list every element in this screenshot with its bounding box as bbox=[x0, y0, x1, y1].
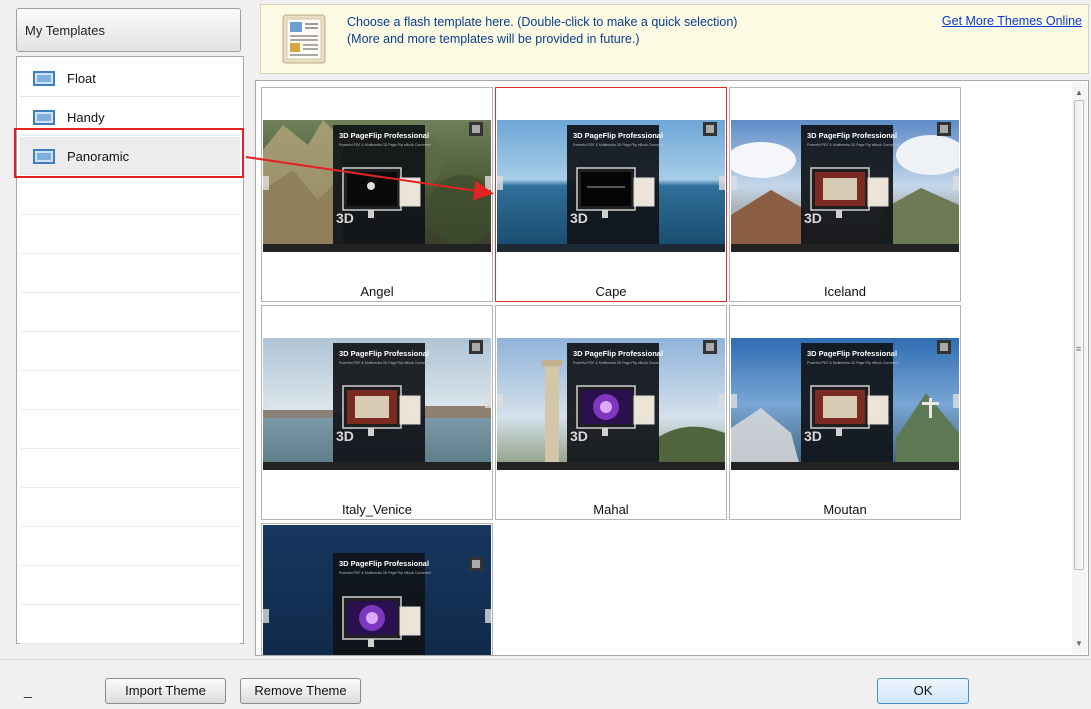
scroll-thumb[interactable]: ≡ bbox=[1074, 100, 1084, 570]
import-theme-button[interactable]: Import Theme bbox=[105, 678, 226, 704]
template-gallery[interactable]: 3D PageFlip Professional Powerful PDF & … bbox=[255, 80, 1089, 656]
empty-row bbox=[20, 293, 240, 332]
preview-3d-badge: 3D bbox=[804, 428, 822, 444]
template-item-float[interactable]: Float bbox=[20, 59, 240, 97]
preview-title: 3D PageFlip Professional bbox=[339, 349, 429, 358]
template-preview: 3D PageFlip Professional Powerful PDF & … bbox=[263, 338, 491, 470]
bottom-toolbar: _ Import Theme Remove Theme OK bbox=[0, 659, 1091, 709]
preview-title: 3D PageFlip Professional bbox=[573, 349, 663, 358]
template-card-name: Angel bbox=[360, 284, 394, 299]
template-item-label: Panoramic bbox=[67, 149, 130, 164]
template-card-name: Moutan bbox=[823, 502, 867, 517]
preview-subtitle: Powerful PDF & Multimedia 3D Page Flip e… bbox=[339, 361, 431, 365]
empty-row bbox=[20, 371, 240, 410]
preview-title: 3D PageFlip Professional bbox=[573, 131, 663, 140]
template-item-label: Handy bbox=[67, 110, 105, 125]
template-card-iceland[interactable]: 3D PageFlip Professional Powerful PDF & … bbox=[729, 87, 961, 302]
preview-3d-badge: 3D bbox=[570, 210, 588, 226]
template-list[interactable]: Float Handy Panoramic bbox=[16, 56, 244, 644]
banner-text-line2: (More and more templates will be provide… bbox=[347, 32, 640, 46]
template-card-italy-venice[interactable]: 3D PageFlip Professional Powerful PDF & … bbox=[261, 305, 493, 520]
preview-subtitle: Powerful PDF & Multimedia 3D Page Flip e… bbox=[339, 143, 431, 147]
empty-row bbox=[20, 215, 240, 254]
preview-subtitle: Powerful PDF & Multimedia 3D Page Flip e… bbox=[573, 143, 665, 147]
minimize-glyph[interactable]: _ bbox=[24, 682, 32, 698]
template-icon bbox=[33, 149, 55, 164]
template-preview: 3D PageFlip Professional Powerful PDF & … bbox=[497, 338, 725, 470]
template-preview: 3D PageFlip Professional Powerful PDF & … bbox=[497, 120, 725, 252]
template-preview: 3D PageFlip Professional Powerful PDF & … bbox=[263, 120, 491, 252]
empty-row bbox=[20, 410, 240, 449]
preview-title: 3D PageFlip Professional bbox=[807, 131, 897, 140]
my-templates-header[interactable]: My Templates bbox=[16, 8, 241, 52]
template-card-name: Italy_Venice bbox=[341, 502, 413, 517]
preview-subtitle: Powerful PDF & Multimedia 3D Page Flip e… bbox=[339, 571, 431, 575]
template-card-name: Cape bbox=[595, 284, 627, 299]
preview-subtitle: Powerful PDF & Multimedia 3D Page Flip e… bbox=[807, 361, 899, 365]
template-card-name: Mahal bbox=[593, 502, 629, 517]
empty-row bbox=[20, 254, 240, 293]
template-item-handy[interactable]: Handy bbox=[20, 98, 240, 136]
empty-row bbox=[20, 488, 240, 527]
book-icon bbox=[282, 14, 326, 64]
scroll-grip-icon: ≡ bbox=[1076, 344, 1082, 354]
template-icon bbox=[33, 110, 55, 125]
ok-button[interactable]: OK bbox=[877, 678, 969, 704]
template-card-moutan[interactable]: 3D PageFlip Professional Powerful PDF & … bbox=[729, 305, 961, 520]
preview-title: 3D PageFlip Professional bbox=[339, 131, 429, 140]
preview-subtitle: Powerful PDF & Multimedia 3D Page Flip e… bbox=[807, 143, 899, 147]
remove-theme-button[interactable]: Remove Theme bbox=[240, 678, 361, 704]
preview-title: 3D PageFlip Professional bbox=[339, 559, 429, 568]
template-card-name: Iceland bbox=[824, 284, 866, 299]
empty-row bbox=[20, 332, 240, 371]
gallery-scrollbar[interactable]: ▲ ≡ ▼ bbox=[1072, 82, 1087, 654]
info-banner: Choose a flash template here. (Double-cl… bbox=[260, 4, 1089, 74]
preview-subtitle: Powerful PDF & Multimedia 3D Page Flip e… bbox=[573, 361, 665, 365]
template-preview: 3D PageFlip Professional Powerful PDF & … bbox=[731, 338, 959, 470]
template-preview: 3D PageFlip Professional Powerful PDF & … bbox=[263, 525, 491, 655]
scroll-up-arrow-icon[interactable]: ▲ bbox=[1075, 88, 1083, 97]
my-templates-label: My Templates bbox=[25, 23, 105, 38]
preview-3d-badge: 3D bbox=[804, 210, 822, 226]
preview-3d-badge: 3D bbox=[336, 210, 354, 226]
preview-3d-badge: 3D bbox=[336, 428, 354, 444]
template-item-panoramic[interactable]: Panoramic bbox=[20, 137, 240, 175]
template-item-label: Float bbox=[67, 71, 96, 86]
banner-text-line1: Choose a flash template here. (Double-cl… bbox=[347, 15, 738, 29]
empty-row bbox=[20, 176, 240, 215]
template-card-partial[interactable]: 3D PageFlip Professional Powerful PDF & … bbox=[261, 523, 493, 655]
empty-row bbox=[20, 527, 240, 566]
template-card-cape[interactable]: 3D PageFlip Professional Powerful PDF & … bbox=[495, 87, 727, 302]
template-preview: 3D PageFlip Professional Powerful PDF & … bbox=[731, 120, 959, 252]
preview-title: 3D PageFlip Professional bbox=[807, 349, 897, 358]
empty-row bbox=[20, 449, 240, 488]
preview-3d-badge: 3D bbox=[570, 428, 588, 444]
template-icon bbox=[33, 71, 55, 86]
template-card-angel[interactable]: 3D PageFlip Professional Powerful PDF & … bbox=[261, 87, 493, 302]
empty-row bbox=[20, 566, 240, 605]
template-card-mahal[interactable]: 3D PageFlip Professional Powerful PDF & … bbox=[495, 305, 727, 520]
scroll-down-arrow-icon[interactable]: ▼ bbox=[1075, 639, 1083, 648]
empty-row bbox=[20, 605, 240, 644]
get-more-themes-link[interactable]: Get More Themes Online bbox=[942, 14, 1082, 28]
